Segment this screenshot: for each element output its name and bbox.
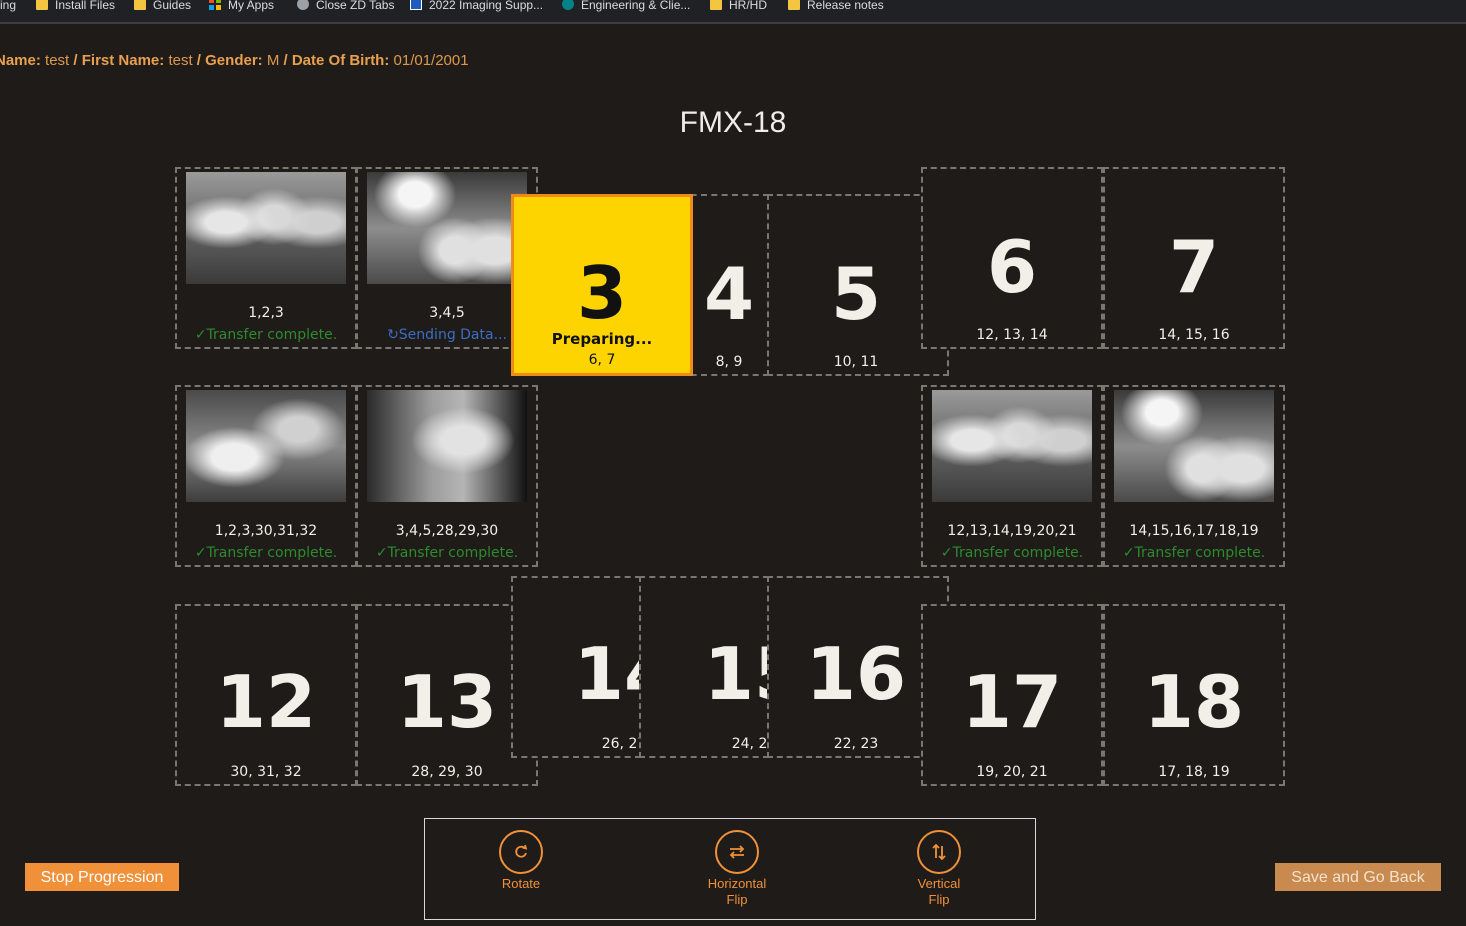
slot-number: 4 <box>703 252 755 336</box>
rotate-label: Rotate <box>501 876 541 891</box>
stop-progression-button[interactable]: Stop Progression <box>25 863 179 891</box>
horizontal-flip-button[interactable]: Horizontal Flip <box>682 830 792 908</box>
slot-teeth-label: 1,2,3,30,31,32 <box>214 523 318 539</box>
bookmark-imaging-support[interactable]: 2022 Imaging Supp... <box>410 0 543 13</box>
bookmark-install-files[interactable]: Install Files <box>36 0 115 13</box>
slot-15[interactable]: 15 24, 25 <box>639 576 804 758</box>
status-sending-data: ↻Sending Data... <box>387 327 507 343</box>
slot-number: 13 <box>396 660 498 744</box>
slot-teeth-label: 12, 13, 14 <box>976 327 1048 343</box>
vertical-flip-button[interactable]: Vertical Flip <box>884 830 994 908</box>
slot-teeth-label: 3,4,5,28,29,30 <box>395 523 499 539</box>
bookmark-engineering[interactable]: Engineering & Clie... <box>562 0 690 13</box>
status-transfer-complete: ✓Transfer complete. <box>194 545 338 561</box>
folder-icon <box>134 0 146 10</box>
slot-number: 5 <box>830 252 882 336</box>
status-transfer-complete: ✓Transfer complete. <box>940 545 1084 561</box>
status-transfer-complete: ✓Transfer complete. <box>375 545 519 561</box>
slot-11[interactable]: 14,15,16,17,18,19 ✓Transfer complete. <box>1103 385 1285 567</box>
vertical-flip-label: Vertical Flip <box>917 876 961 907</box>
xray-thumbnail <box>367 172 527 284</box>
slot-3-active[interactable]: 3 Preparing... 6, 7 <box>511 194 693 376</box>
xray-thumbnail <box>186 390 346 502</box>
status-transfer-complete: ✓Transfer complete. <box>1122 545 1266 561</box>
slot-teeth-label: 12,13,14,19,20,21 <box>947 523 1077 539</box>
bookmark-partial[interactable]: ing <box>0 0 16 13</box>
patient-info: Name: test / First Name: test / Gender: … <box>0 52 469 69</box>
image-tools-panel: Rotate Horizontal Flip Vertical Flip <box>424 818 1036 920</box>
slot-9[interactable]: 3,4,5,28,29,30 ✓Transfer complete. <box>356 385 538 567</box>
slot-teeth-label: 14, 15, 16 <box>1158 327 1230 343</box>
bookmark-my-apps[interactable]: My Apps <box>209 0 274 13</box>
slot-6[interactable]: 6 12, 13, 14 <box>921 167 1103 349</box>
slot-number: 7 <box>1168 225 1220 309</box>
slot-teeth-label: 8, 9 <box>715 354 743 370</box>
slot-10[interactable]: 12,13,14,19,20,21 ✓Transfer complete. <box>921 385 1103 567</box>
bookmark-close-zd-tabs[interactable]: Close ZD Tabs <box>297 0 394 13</box>
bookmark-guides[interactable]: Guides <box>134 0 191 13</box>
slot-preparing-label: Preparing... <box>551 330 653 348</box>
slot-17[interactable]: 17 19, 20, 21 <box>921 604 1103 786</box>
slot-18[interactable]: 18 17, 18, 19 <box>1103 604 1285 786</box>
slot-number: 16 <box>805 632 907 716</box>
slot-7[interactable]: 7 14, 15, 16 <box>1103 167 1285 349</box>
slot-teeth-label: 6, 7 <box>588 352 616 368</box>
vertical-flip-icon <box>917 830 961 874</box>
folder-icon <box>788 0 800 10</box>
bookmark-release-notes[interactable]: Release notes <box>788 0 884 13</box>
slot-teeth-label: 3,4,5 <box>429 305 465 321</box>
bookmarks-bar: ing Install Files Guides My Apps Close Z… <box>0 0 1466 24</box>
slot-teeth-label: 30, 31, 32 <box>230 764 302 780</box>
slot-teeth-label: 14,15,16,17,18,19 <box>1129 523 1259 539</box>
rotate-button[interactable]: Rotate <box>466 830 576 892</box>
xray-thumbnail <box>1114 390 1274 502</box>
status-transfer-complete: ✓Transfer complete. <box>194 327 338 343</box>
horizontal-flip-icon <box>715 830 759 874</box>
slot-number: 3 <box>576 251 628 335</box>
slot-number: 12 <box>215 660 317 744</box>
xray-thumbnail <box>367 390 527 502</box>
slot-number: 18 <box>1143 660 1245 744</box>
folder-icon <box>710 0 722 10</box>
slot-teeth-label: 19, 20, 21 <box>976 764 1048 780</box>
folder-icon <box>36 0 48 10</box>
slot-teeth-label: 17, 18, 19 <box>1158 764 1230 780</box>
xray-thumbnail <box>932 390 1092 502</box>
horizontal-flip-label: Horizontal Flip <box>707 876 767 907</box>
rotate-icon <box>499 830 543 874</box>
sharepoint-icon <box>562 0 574 10</box>
slot-8[interactable]: 1,2,3,30,31,32 ✓Transfer complete. <box>175 385 357 567</box>
slot-1[interactable]: 1,2,3 ✓Transfer complete. <box>175 167 357 349</box>
globe-icon <box>297 0 309 10</box>
slot-14[interactable]: 14 26, 27 <box>511 576 674 758</box>
slot-teeth-label: 10, 11 <box>833 354 879 370</box>
save-and-go-back-button[interactable]: Save and Go Back <box>1275 863 1441 891</box>
xray-thumbnail <box>186 172 346 284</box>
image-icon <box>410 0 422 10</box>
slot-number: 6 <box>986 225 1038 309</box>
microsoft-icon <box>209 0 221 10</box>
bookmark-hr-hd[interactable]: HR/HD <box>710 0 767 13</box>
page-title: FMX-18 <box>679 106 787 139</box>
slot-teeth-label: 22, 23 <box>833 736 879 752</box>
slot-number: 17 <box>961 660 1063 744</box>
slot-teeth-label: 28, 29, 30 <box>411 764 483 780</box>
slot-teeth-label: 1,2,3 <box>248 305 284 321</box>
slot-12[interactable]: 12 30, 31, 32 <box>175 604 357 786</box>
